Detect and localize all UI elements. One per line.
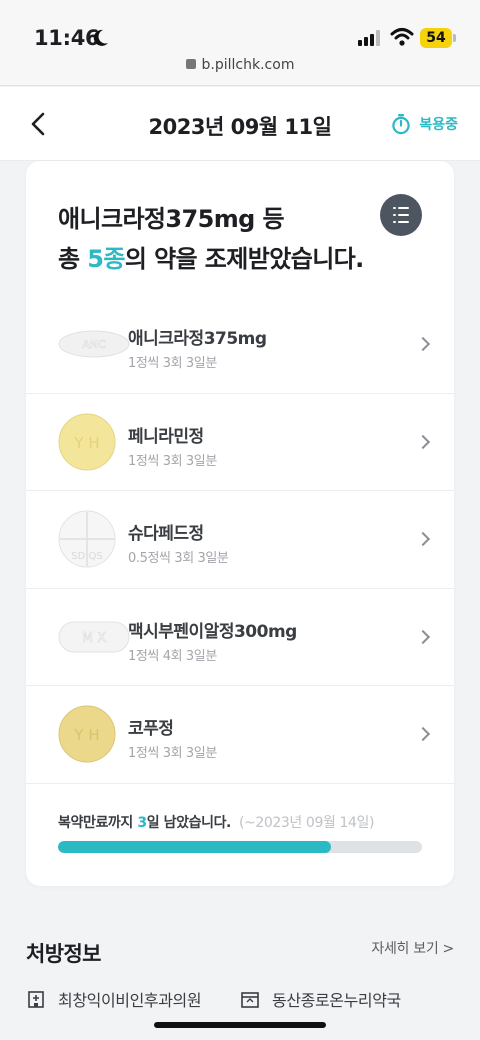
pill-round-image: Y H: [58, 413, 116, 471]
section-title-prescription: 처방정보: [26, 942, 101, 966]
medication-name: 페니라민정: [128, 426, 204, 447]
summary-line2: 총 5종의 약을 조제받았습니다.: [58, 239, 364, 279]
home-indicator: [154, 1022, 326, 1028]
medication-dose: 1정씩 4회 3일분: [128, 648, 217, 664]
pharmacy-info[interactable]: 동산종로온누리약국: [240, 987, 401, 1011]
timer-icon: [392, 114, 411, 135]
remaining-days-text: 복약만료까지 3일 남았습니다. (~2023년 09월 14일): [58, 812, 374, 832]
pill-imprint: SD QS: [71, 551, 102, 562]
medication-dose: 1정씩 3회 3일분: [128, 453, 217, 469]
pill-imprint: Y H: [73, 726, 99, 744]
end-date: (~2023년 09월 14일): [238, 815, 375, 831]
summary-text: 애니크라정375mg 등 총 5종의 약을 조제받았습니다.: [58, 199, 364, 279]
summary-prefix: 총: [58, 245, 88, 273]
battery-indicator: 54: [420, 28, 452, 48]
url-text: b.pillchk.com: [201, 57, 295, 73]
chevron-right-icon: [415, 629, 431, 644]
prescription-card: 애니크라정375mg 등 총 5종의 약을 조제받았습니다. ANC 애니크라정…: [26, 161, 454, 886]
chevron-right-icon: [415, 434, 431, 449]
taking-status-label: 복용중: [419, 117, 458, 133]
medication-dose: 1정씩 3회 3일분: [128, 356, 217, 371]
list-item[interactable]: Y H 페니라민정 1정씩 3회 3일분: [26, 394, 454, 491]
summary-count: 5종: [87, 245, 125, 273]
list-item[interactable]: SD QS 슈다페드정 0.5정씩 3회 3일분: [26, 491, 454, 589]
chevron-right-icon: [415, 532, 431, 547]
medication-dose: 0.5정씩 3회 3일분: [128, 551, 229, 566]
medication-name: 슈다페드정: [128, 524, 204, 544]
pharmacy-icon: [241, 992, 259, 1008]
url-bar[interactable]: b.pillchk.com: [0, 57, 480, 73]
hospital-info[interactable]: 최창익이비인후과의원: [26, 987, 202, 1011]
summary-line1: 애니크라정375mg 등: [58, 205, 285, 233]
pill-scored-image: SD QS: [58, 510, 116, 568]
summary-suffix: 의 약을 조제받았습니다.: [124, 245, 364, 273]
signal-icon: [358, 30, 382, 46]
chevron-right-icon: [415, 727, 431, 742]
medication-list: ANC 애니크라정375mg 1정씩 3회 3일분 Y H 페니라민정 1정씩 …: [26, 296, 454, 784]
remaining-days: 3: [137, 815, 147, 831]
remaining-suffix: 일 남았습니다.: [146, 815, 232, 831]
medication-name: 맥시부펜이알정300mg: [128, 621, 297, 642]
more-details-link[interactable]: 자세히 보기 >: [371, 938, 454, 958]
medication-name: 코푸정: [128, 719, 174, 739]
battery-tip: [453, 34, 456, 42]
medication-dose: 1정씩 3회 3일분: [128, 746, 217, 761]
list-item[interactable]: M X 맥시부펜이알정300mg 1정씩 4회 3일분: [26, 589, 454, 686]
pill-imprint: ANC: [82, 338, 106, 351]
pill-imprint: Y H: [73, 434, 99, 452]
pill-oval-image: M X: [58, 621, 130, 653]
progress-bar: [58, 841, 422, 853]
taking-status-button[interactable]: 복용중: [391, 113, 458, 135]
wifi-icon: [390, 28, 414, 46]
list-item[interactable]: ANC 애니크라정375mg 1정씩 3회 3일분: [26, 296, 454, 394]
pill-round-image: Y H: [58, 705, 116, 763]
lock-icon: [185, 59, 196, 69]
hospital-icon: [28, 991, 44, 1008]
pill-oval-image: ANC: [58, 330, 130, 358]
pharmacy-name: 동산종로온누리약국: [272, 991, 401, 1010]
list-view-button[interactable]: [380, 194, 422, 236]
list-item[interactable]: Y H 코푸정 1정씩 3회 3일분: [26, 686, 454, 784]
hospital-name: 최창익이비인후과의원: [58, 991, 202, 1010]
app-header: 2023년 09월 11일 복용중: [0, 87, 480, 161]
remaining-prefix: 복약만료까지: [58, 815, 138, 831]
moon-icon: [93, 29, 108, 46]
browser-top-bar: 11:46 54 b.pillchk.com: [0, 0, 480, 86]
chevron-right-icon: [415, 337, 431, 352]
progress-fill: [58, 841, 331, 853]
pill-imprint: M X: [82, 631, 106, 646]
status-time: 11:46: [34, 26, 100, 50]
medication-name: 애니크라정375mg: [128, 329, 267, 349]
